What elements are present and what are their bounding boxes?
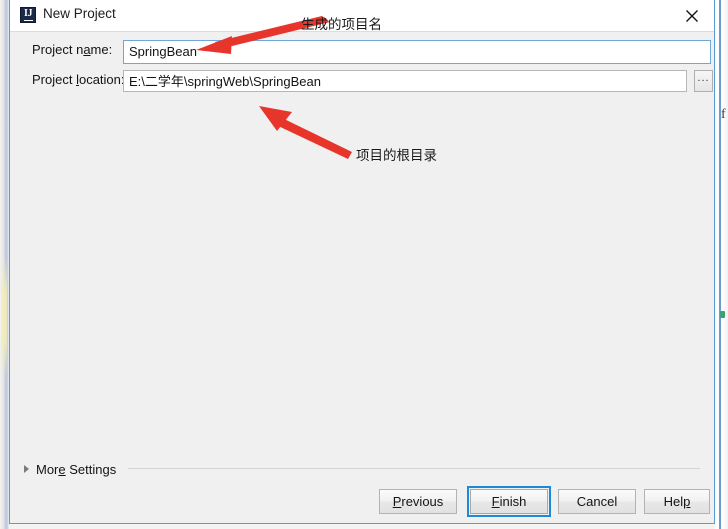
project-name-input[interactable]: SpringBean — [123, 40, 711, 64]
help-button[interactable]: Help — [644, 489, 710, 514]
previous-button[interactable]: Previous — [379, 489, 457, 514]
annotation-project-name-text: 生成的项目名 — [301, 17, 382, 33]
close-icon[interactable] — [670, 0, 714, 31]
dialog-title: New Project — [43, 6, 116, 21]
screen: f IJ New Project Project name: SpringBea… — [0, 0, 728, 529]
chevron-right-icon — [24, 465, 29, 473]
finish-button-focus-ring: Finish — [467, 486, 551, 517]
background-partial-glyph: f — [721, 107, 726, 122]
background-highlight-strip — [2, 258, 7, 376]
more-settings-label: More Settings — [36, 461, 117, 477]
project-name-label: Project name: — [32, 42, 113, 57]
dialog-footer: Previous Finish Cancel Help — [10, 486, 714, 520]
background-partial-indicator — [720, 311, 725, 318]
annotation-project-location-text: 项目的根目录 — [356, 148, 437, 164]
background-window-left-edge — [0, 0, 9, 529]
more-settings-expander[interactable]: More Settings — [24, 460, 116, 478]
finish-button[interactable]: Finish — [470, 489, 548, 514]
more-settings-separator — [128, 468, 700, 469]
cancel-button[interactable]: Cancel — [558, 489, 636, 514]
project-location-input[interactable]: E:\二学年\springWeb\SpringBean — [123, 70, 687, 92]
intellij-idea-icon: IJ — [20, 7, 36, 23]
browse-location-button[interactable]: ... — [694, 70, 713, 92]
project-location-label: Project location: — [32, 72, 125, 87]
background-window-border — [719, 0, 721, 529]
background-window-right-edge: f — [714, 0, 728, 529]
new-project-dialog: IJ New Project Project name: SpringBean … — [9, 0, 715, 524]
dialog-form-area: Project name: SpringBean Project locatio… — [10, 31, 714, 451]
